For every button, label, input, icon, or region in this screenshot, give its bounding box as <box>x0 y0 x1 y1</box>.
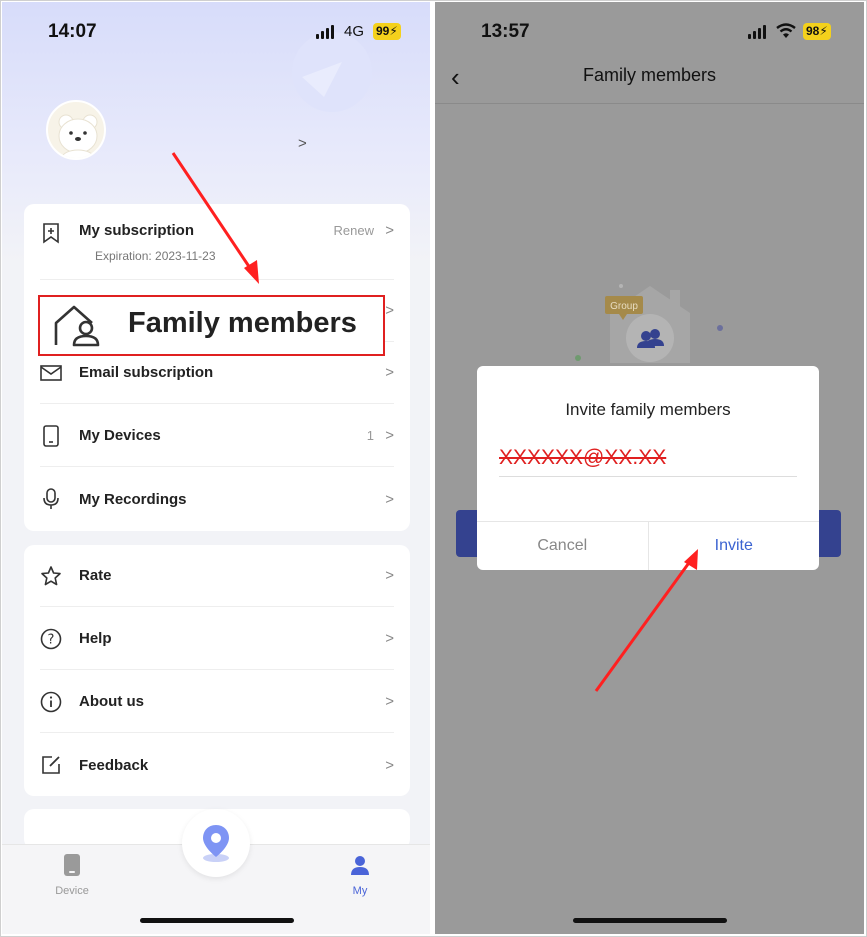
group-badge: Group <box>610 301 638 312</box>
help-circle-icon: ? <box>40 628 62 650</box>
renew-link[interactable]: Renew <box>334 223 374 238</box>
nav-bar: ‹ Family members <box>435 62 864 104</box>
avatar[interactable] <box>46 100 106 160</box>
group-illustration: Group <box>575 284 723 363</box>
battery-indicator: 98⚡ <box>803 23 831 40</box>
menu-item-label: Feedback <box>79 756 149 774</box>
chevron-right-icon: > <box>385 490 394 508</box>
home-indicator <box>140 918 294 923</box>
map-location-button[interactable] <box>182 809 250 877</box>
tab-label: Device <box>55 885 89 897</box>
home-user-icon <box>54 305 100 347</box>
invite-button[interactable]: Invite <box>649 522 820 570</box>
cancel-button[interactable]: Cancel <box>477 522 649 570</box>
menu-item-rate[interactable]: Rate > <box>40 545 394 607</box>
menu-item-label: About us <box>79 693 144 710</box>
home-indicator <box>573 918 727 923</box>
tab-my[interactable]: My <box>340 854 380 897</box>
family-members-screen: 13:57 98⚡ ‹ Family members Group Invite … <box>435 2 864 934</box>
status-time: 13:57 <box>481 21 530 42</box>
menu-item-label: My Recordings <box>79 490 187 508</box>
chevron-right-icon: > <box>385 222 394 239</box>
tab-label: My <box>352 885 368 897</box>
email-input-value: XXXXXX@XX.XX <box>499 446 667 469</box>
menu-item-my-recordings[interactable]: My Recordings > <box>40 468 394 530</box>
dialog-title: Invite family members <box>565 400 731 419</box>
svg-text:?: ? <box>48 632 55 647</box>
chevron-right-icon: > <box>385 693 394 710</box>
chevron-right-icon: > <box>385 756 394 774</box>
invite-dialog: Invite family members XXXXXX@XX.XX Cance… <box>477 366 819 570</box>
tablet-icon <box>40 424 62 447</box>
location-pin-icon <box>203 825 229 862</box>
email-input[interactable]: XXXXXX@XX.XX <box>499 443 797 477</box>
wifi-icon <box>776 23 796 38</box>
status-bar: 13:57 98⚡ <box>435 2 864 62</box>
menu-item-label: My subscription <box>79 222 195 239</box>
page-title: Family members <box>582 65 716 85</box>
status-time: 14:07 <box>48 21 97 42</box>
menu-item-about-us[interactable]: About us > <box>40 671 394 733</box>
chevron-right-icon: > <box>385 364 394 381</box>
cellular-signal-icon <box>748 25 766 39</box>
microphone-icon <box>40 488 62 510</box>
subscription-expiration: Expiration: 2023-11-23 <box>95 249 216 263</box>
menu-item-label: Rate <box>79 567 112 584</box>
family-members-label: Family members <box>128 307 357 339</box>
menu-item-feedback[interactable]: Feedback > <box>40 734 394 796</box>
menu-item-label: Help <box>79 630 112 647</box>
battery-indicator: 99⚡ <box>373 23 401 40</box>
bookmark-plus-icon <box>40 222 62 244</box>
profile-chevron-icon[interactable]: > <box>298 135 307 152</box>
account-menu-card: My subscription Renew > Expiration: 2023… <box>24 204 410 531</box>
tab-device[interactable]: Device <box>52 854 92 897</box>
person-tab-icon <box>351 856 369 875</box>
chevron-right-icon: > <box>385 567 394 584</box>
cellular-signal-icon <box>316 25 334 39</box>
app-menu-card: Rate > ? Help > About us > Feedback > <box>24 545 410 796</box>
menu-item-my-devices[interactable]: My Devices 1 > <box>40 405 394 467</box>
my-page-screen: 14:07 4G 99⚡ > My subscription Renew > E… <box>2 2 430 934</box>
menu-item-help[interactable]: ? Help > <box>40 608 394 670</box>
edit-icon <box>40 754 62 776</box>
device-tab-icon <box>64 854 80 876</box>
status-bar: 14:07 4G 99⚡ <box>2 2 430 62</box>
network-type: 4G <box>344 23 365 40</box>
mail-icon <box>40 362 62 384</box>
chevron-right-icon: > <box>385 630 394 647</box>
device-count: 1 <box>366 428 374 443</box>
family-members-highlight[interactable]: Family members <box>38 295 385 356</box>
dialog-actions: Cancel Invite <box>477 521 819 570</box>
chevron-right-icon: > <box>385 427 394 444</box>
chevron-right-icon: > <box>385 302 394 319</box>
star-icon <box>40 565 62 587</box>
menu-item-label: Email subscription <box>79 364 214 381</box>
menu-item-label: My Devices <box>79 427 161 444</box>
info-circle-icon <box>40 691 62 713</box>
menu-item-subscription[interactable]: My subscription Renew > Expiration: 2023… <box>40 204 394 280</box>
